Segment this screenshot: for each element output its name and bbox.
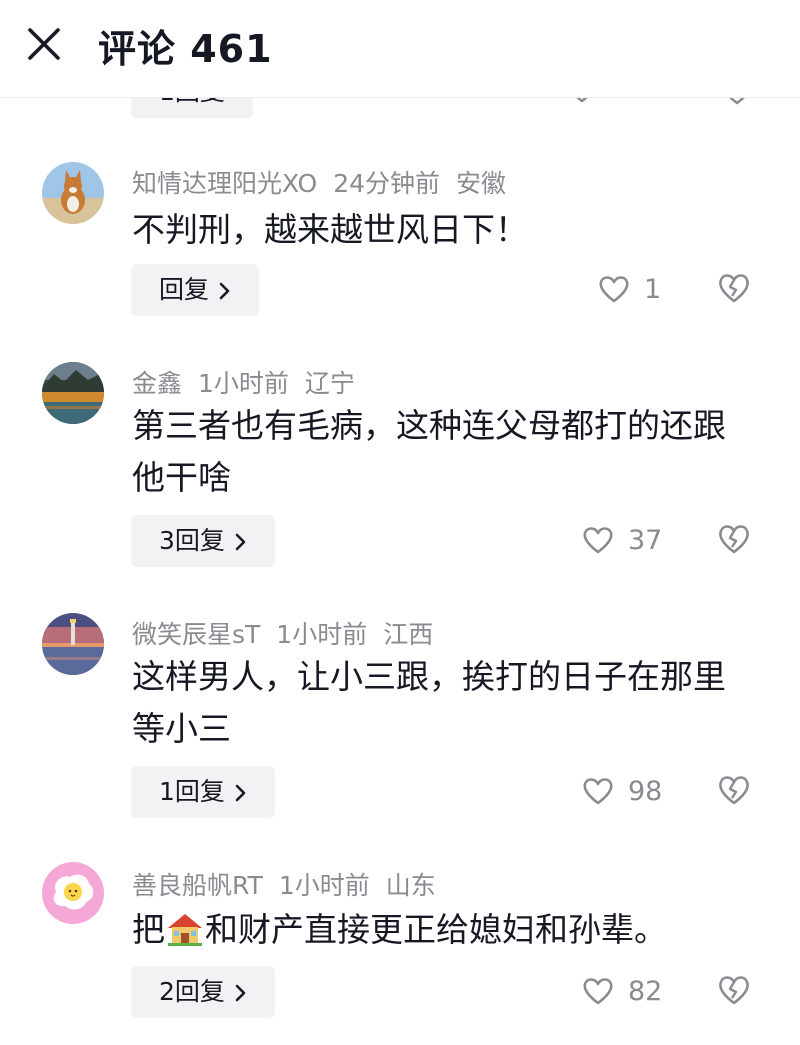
chevron-right-icon: [235, 533, 246, 551]
broken-heart-icon: [719, 776, 749, 805]
like-count: 1: [644, 274, 662, 305]
comment-location: 辽宁: [304, 369, 355, 398]
partial-comment-row: 1回复: [0, 98, 800, 120]
page-title: 评论 461: [98, 27, 273, 71]
comment-list[interactable]: 1回复 知情达理阳光XO24分钟前安徽 不判刑，越来越世风日下！: [0, 98, 800, 1045]
comment-location: 江西: [383, 620, 434, 649]
username[interactable]: 微笑辰星sT: [132, 620, 260, 649]
reply-button[interactable]: 2回复: [131, 966, 275, 1018]
like-count: 82: [628, 976, 663, 1007]
reply-button[interactable]: 1回复: [131, 766, 275, 818]
username[interactable]: 金鑫: [132, 369, 182, 398]
like-button[interactable]: 82: [582, 972, 702, 1012]
comment-meta: 知情达理阳光XO 24分钟前 安徽: [132, 164, 522, 200]
house-emoji: [168, 914, 202, 946]
dislike-button[interactable]: [717, 272, 753, 308]
comment-location: 山东: [385, 871, 436, 900]
like-button[interactable]: 37: [582, 521, 702, 561]
avatar[interactable]: [42, 362, 104, 424]
comment-time: 1小时前: [278, 871, 370, 900]
chevron-right-icon: [235, 784, 246, 802]
heart-icon: [583, 527, 613, 554]
corgi-avatar-image: [42, 162, 104, 224]
broken-heart-icon: [719, 274, 749, 303]
reply-button[interactable]: 回复: [131, 264, 260, 316]
reply-label: 3回复: [159, 526, 225, 555]
like-count: 98: [628, 776, 663, 807]
broken-heart-icon: [719, 976, 749, 1005]
landscape-avatar-image: [42, 362, 104, 424]
comment-text: 第三者也有毛病，这种连父母都打的还跟他干啥: [132, 406, 726, 497]
like-count: 37: [628, 525, 663, 556]
fried-egg-avatar-image: [42, 862, 104, 924]
avatar[interactable]: [42, 862, 104, 924]
close-button[interactable]: [22, 22, 66, 66]
reply-label: 回复: [159, 275, 210, 304]
like-button[interactable]: 98: [582, 772, 702, 812]
dislike-button[interactable]: [717, 974, 753, 1010]
comment-text-end: 和财产直接更正给媳妇和孙辈。: [205, 910, 667, 949]
username[interactable]: 知情达理阳光XO: [132, 169, 317, 198]
dislike-button[interactable]: [717, 774, 753, 810]
broken-heart-icon: [719, 525, 749, 554]
comment-time: 24分钟前: [333, 169, 441, 198]
heart-icon: [583, 778, 613, 805]
comment-text: 这样男人，让小三跟，挨打的日子在那里等小三: [132, 657, 726, 748]
reply-label: 2回复: [159, 977, 225, 1006]
header: 评论 461: [0, 0, 800, 98]
avatar[interactable]: [42, 613, 104, 675]
reply-button[interactable]: 3回复: [131, 515, 275, 567]
dislike-button[interactable]: [717, 523, 753, 559]
comment-text-start: 把: [132, 910, 165, 949]
lighthouse-avatar-image: [42, 613, 104, 675]
comment-text: 把 和财产直接更正给媳妇和孙辈。: [132, 904, 752, 956]
comment-meta: 金鑫 1小时前 辽宁: [132, 364, 371, 400]
username[interactable]: 善良船帆RT: [132, 871, 263, 900]
like-button[interactable]: 1: [598, 270, 718, 310]
heart-icon: [583, 978, 613, 1005]
close-icon: [28, 28, 60, 60]
heart-icon: [599, 276, 629, 303]
comment-time: 1小时前: [198, 369, 289, 398]
reply-label: 1回复: [159, 777, 225, 806]
comment-meta: 微笑辰星sT 1小时前 江西: [132, 615, 449, 651]
comment-location: 安徽: [456, 169, 507, 198]
comment-text: 不判刑，越来越世风日下！: [132, 210, 528, 249]
comment-meta: 善良船帆RT 1小时前 山东: [132, 866, 452, 902]
avatar[interactable]: [42, 162, 104, 224]
chevron-right-icon: [235, 984, 246, 1002]
reply-label: 1回复: [159, 98, 225, 106]
chevron-right-icon: [219, 282, 230, 300]
reply-button[interactable]: 1回复: [131, 98, 253, 118]
broken-heart-icon[interactable]: [720, 98, 754, 106]
comment-time: 1小时前: [276, 620, 368, 649]
heart-icon[interactable]: [566, 98, 598, 104]
